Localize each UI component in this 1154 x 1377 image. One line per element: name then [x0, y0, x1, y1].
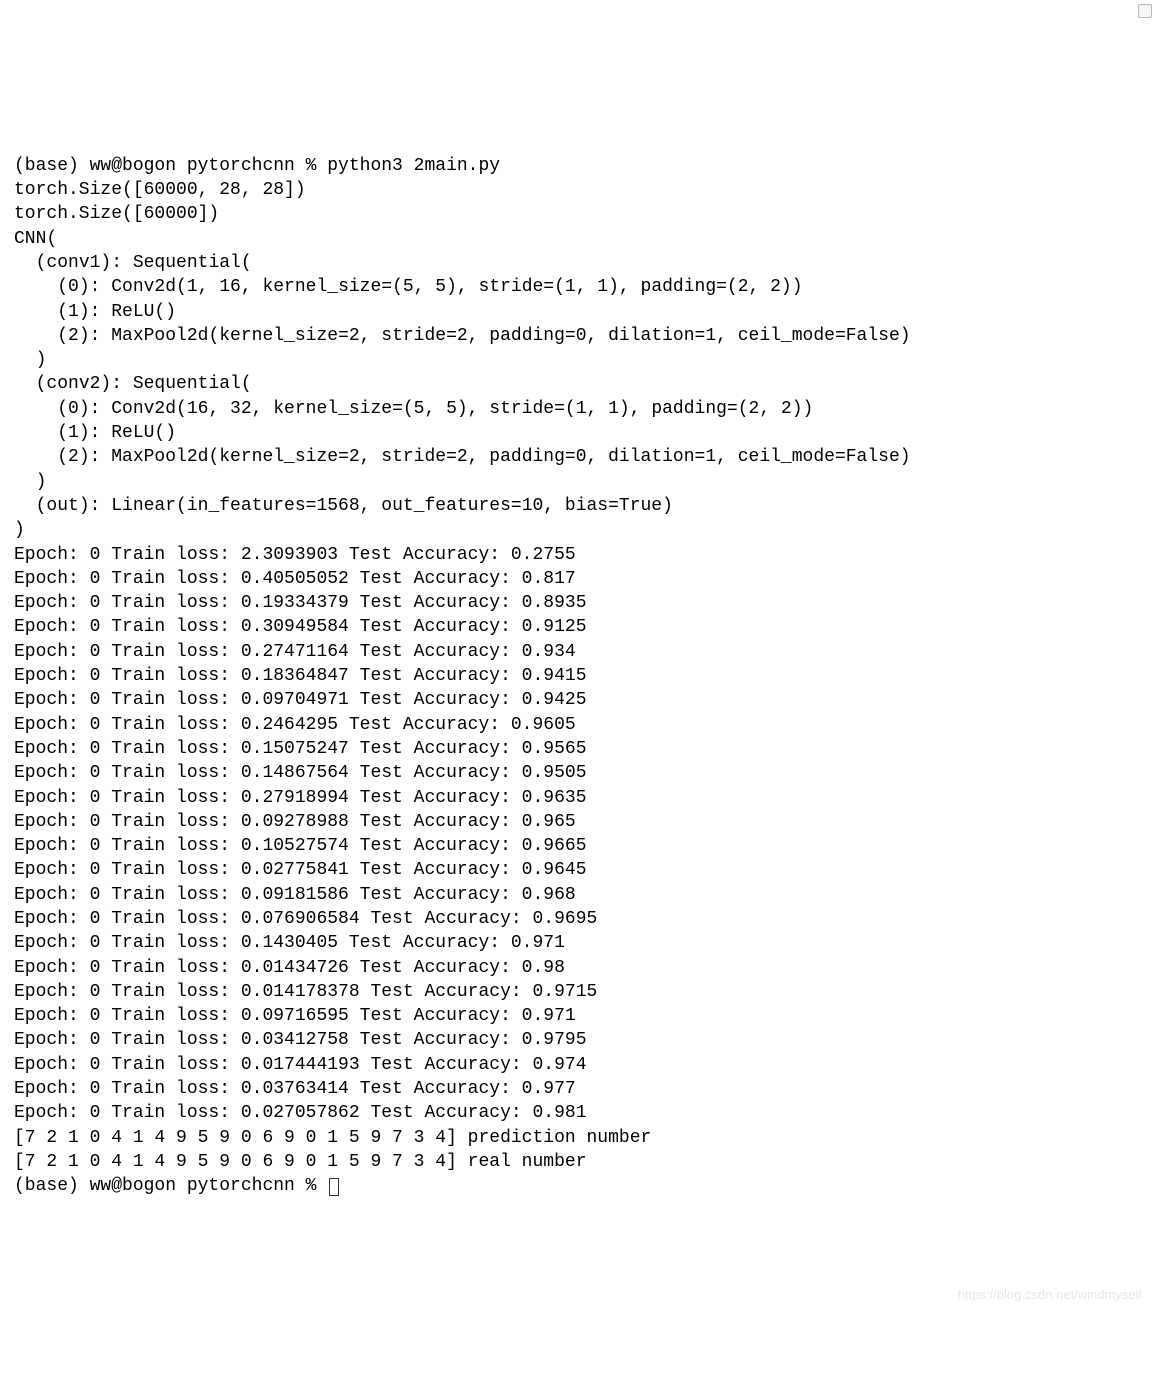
prompt-line: (base) ww@bogon pytorchcnn % python3 2ma… — [14, 156, 500, 176]
prediction-output: [7 2 1 0 4 1 4 9 5 9 0 6 9 0 1 5 9 7 3 4… — [14, 1128, 651, 1148]
prompt-line-idle: (base) ww@bogon pytorchcnn % — [14, 1176, 327, 1196]
cursor-icon — [329, 1178, 339, 1196]
model-summary-block: torch.Size([60000, 28, 28]) torch.Size([… — [14, 180, 911, 540]
real-output: [7 2 1 0 4 1 4 9 5 9 0 6 9 0 1 5 9 7 3 4… — [14, 1152, 587, 1172]
watermark-text: https://blog.csdn.net/windmyself — [958, 1286, 1142, 1304]
terminal-output[interactable]: (base) ww@bogon pytorchcnn % python3 2ma… — [14, 154, 1140, 1199]
scroll-indicator-icon[interactable] — [1138, 4, 1152, 18]
training-log-block: Epoch: 0 Train loss: 2.3093903 Test Accu… — [14, 545, 597, 1124]
